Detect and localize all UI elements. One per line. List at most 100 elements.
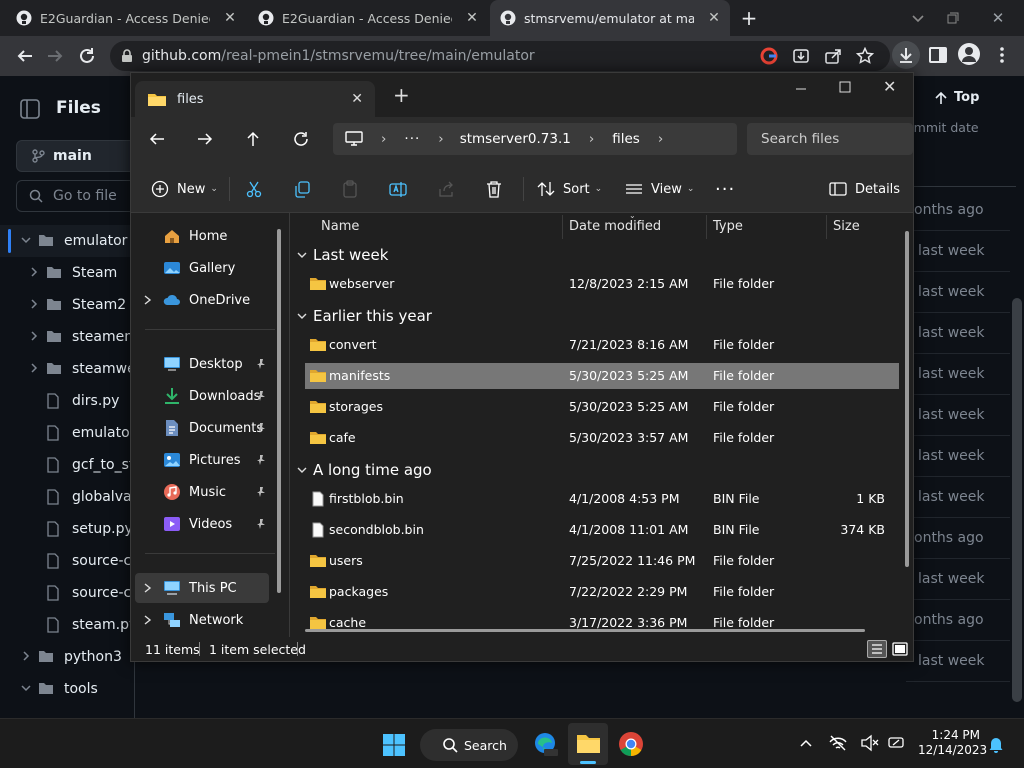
column-divider[interactable] [826,215,827,239]
file-tree-item[interactable]: Steam2 [0,289,135,321]
file-row[interactable]: webserver 12/8/2023 2:15 AM File folder [305,271,899,297]
file-tree-item[interactable]: Steam [0,257,135,289]
chevron-right-icon[interactable] [143,294,153,306]
column-header-name[interactable]: Name [321,213,359,239]
address-bar[interactable]: github.com/real-pmein1/stmsrvemu/tree/ma… [110,41,890,71]
collapse-sidebar-icon[interactable] [18,98,44,120]
chevron-down-icon[interactable] [297,465,307,475]
close-tab-icon[interactable]: ✕ [706,10,722,26]
close-tab-icon[interactable]: ✕ [351,91,363,107]
start-button-icon[interactable] [382,733,406,757]
chevron-right-icon[interactable] [28,362,40,374]
file-list-hscrollbar[interactable] [305,629,865,632]
edge-beta-icon[interactable] [532,731,558,757]
file-row[interactable]: cafe 5/30/2023 3:57 AM File folder [305,425,899,451]
chevron-down-icon[interactable] [20,234,32,246]
file-row[interactable]: packages 7/22/2022 2:29 PM File folder [305,579,899,605]
page-scrollbar[interactable] [1012,298,1022,702]
close-tab-icon[interactable]: ✕ [222,10,238,26]
file-row[interactable]: cache 3/17/2022 3:36 PM File folder [305,610,899,636]
side-panel-icon[interactable] [928,45,948,65]
up-icon[interactable] [243,129,263,149]
more-options-icon[interactable]: ··· [715,177,735,201]
group-header[interactable]: Earlier this year [297,302,432,330]
file-tree-item[interactable]: steam.py [0,609,137,641]
file-tree-item[interactable]: steamweb [0,353,145,385]
chevron-right-icon[interactable] [28,330,40,342]
file-tree-item[interactable]: emulator.py [0,417,156,449]
nav-item-music[interactable]: Music [135,477,269,507]
nav-item-home[interactable]: Home [135,221,269,251]
breadcrumb-more-icon[interactable]: ··· [404,131,420,147]
file-row[interactable]: convert 7/21/2023 8:16 AM File folder [305,332,899,358]
file-row[interactable]: manifests 5/30/2023 5:25 AM File folder [305,363,899,389]
file-tree-item[interactable]: setup.py [0,513,135,545]
chrome-icon[interactable] [618,731,644,757]
search-files-input[interactable]: Search files [747,123,913,155]
file-tree-item[interactable]: globalvars.py [0,481,166,513]
chevron-down-icon[interactable] [20,682,32,694]
nav-item-pictures[interactable]: Pictures [135,445,269,475]
file-row[interactable]: secondblob.bin 4/1/2008 11:01 AM BIN File 3… [305,517,899,543]
notification-bell-icon[interactable] [988,735,1004,753]
nav-item-this-pc[interactable]: This PC [135,573,269,603]
chevron-right-icon[interactable] [143,582,153,594]
browser-tab-active[interactable]: stmsrvemu/emulator at main · re ✕ [490,0,730,36]
chevron-down-icon[interactable] [297,311,307,321]
volume-muted-icon[interactable] [860,734,880,752]
downloads-icon[interactable] [892,41,920,69]
top-button[interactable]: Top [934,90,979,105]
minimize-icon[interactable] [793,81,809,97]
share-button[interactable] [437,177,455,201]
more-menu-icon[interactable] [996,45,1008,65]
large-icons-view-icon[interactable] [891,640,909,658]
file-tree-item[interactable]: source-code [0,545,157,577]
explorer-tab[interactable]: files ✕ [135,81,375,117]
copy-button[interactable] [293,177,311,201]
file-tree-item[interactable]: source-code [0,577,157,609]
file-tree-item[interactable]: steamemu [0,321,147,353]
nav-item-onedrive[interactable]: OneDrive [135,285,269,315]
nav-pane-scrollbar[interactable] [277,229,281,593]
delete-button[interactable] [485,177,503,201]
file-row[interactable]: users 7/25/2022 11:46 PM File folder [305,548,899,574]
branch-selector[interactable]: main [16,140,146,172]
nav-item-videos[interactable]: Videos [135,509,269,539]
nav-item-gallery[interactable]: Gallery [135,253,269,283]
chevron-right-icon[interactable] [28,298,40,310]
chevron-down-icon[interactable] [297,250,307,260]
sort-button[interactable]: Sort ⌄ [537,177,602,201]
nav-item-desktop[interactable]: Desktop [135,349,269,379]
network-off-icon[interactable] [828,734,848,752]
column-header-type[interactable]: Type [713,213,743,239]
column-divider[interactable] [562,215,563,239]
google-icon[interactable] [760,47,778,65]
restore-window-icon[interactable] [940,6,964,30]
bookmark-star-icon[interactable] [856,47,874,65]
breadcrumb-chevron-icon[interactable]: › [658,131,663,147]
file-tree-item[interactable]: emulator [0,225,135,257]
browser-tab[interactable]: E2Guardian - Access Denied ✕ [6,0,246,36]
battery-icon[interactable] [888,734,908,752]
file-list-vscrollbar[interactable] [905,231,909,567]
file-row[interactable]: storages 5/30/2023 5:25 AM File folder [305,394,899,420]
install-app-icon[interactable] [792,47,810,65]
paste-button[interactable] [341,177,359,201]
group-header[interactable]: A long time ago [297,456,432,484]
details-pane-button[interactable]: Details [829,177,900,201]
new-tab-button[interactable]: + [738,7,760,29]
browser-tab[interactable]: E2Guardian - Access Denied ✕ [248,0,488,36]
file-tree-item[interactable]: gcf_to_storage.py [0,449,196,481]
file-tree-item[interactable]: tools [0,673,135,705]
close-window-icon[interactable]: ✕ [986,6,1010,30]
details-view-icon[interactable] [867,640,887,658]
column-header-size[interactable]: Size [833,213,860,239]
clock[interactable]: 1:24 PM 12/14/2023 [918,728,987,758]
file-row[interactable]: firstblob.bin 4/1/2008 4:53 PM BIN File 1 K… [305,486,899,512]
refresh-icon[interactable] [291,129,311,149]
breadcrumb-segment[interactable]: files [612,131,640,147]
explorer-taskbar-button[interactable] [568,723,608,765]
close-tab-icon[interactable]: ✕ [464,10,480,26]
chevron-right-icon[interactable] [20,650,32,662]
nav-item-documents[interactable]: Documents [135,413,269,443]
